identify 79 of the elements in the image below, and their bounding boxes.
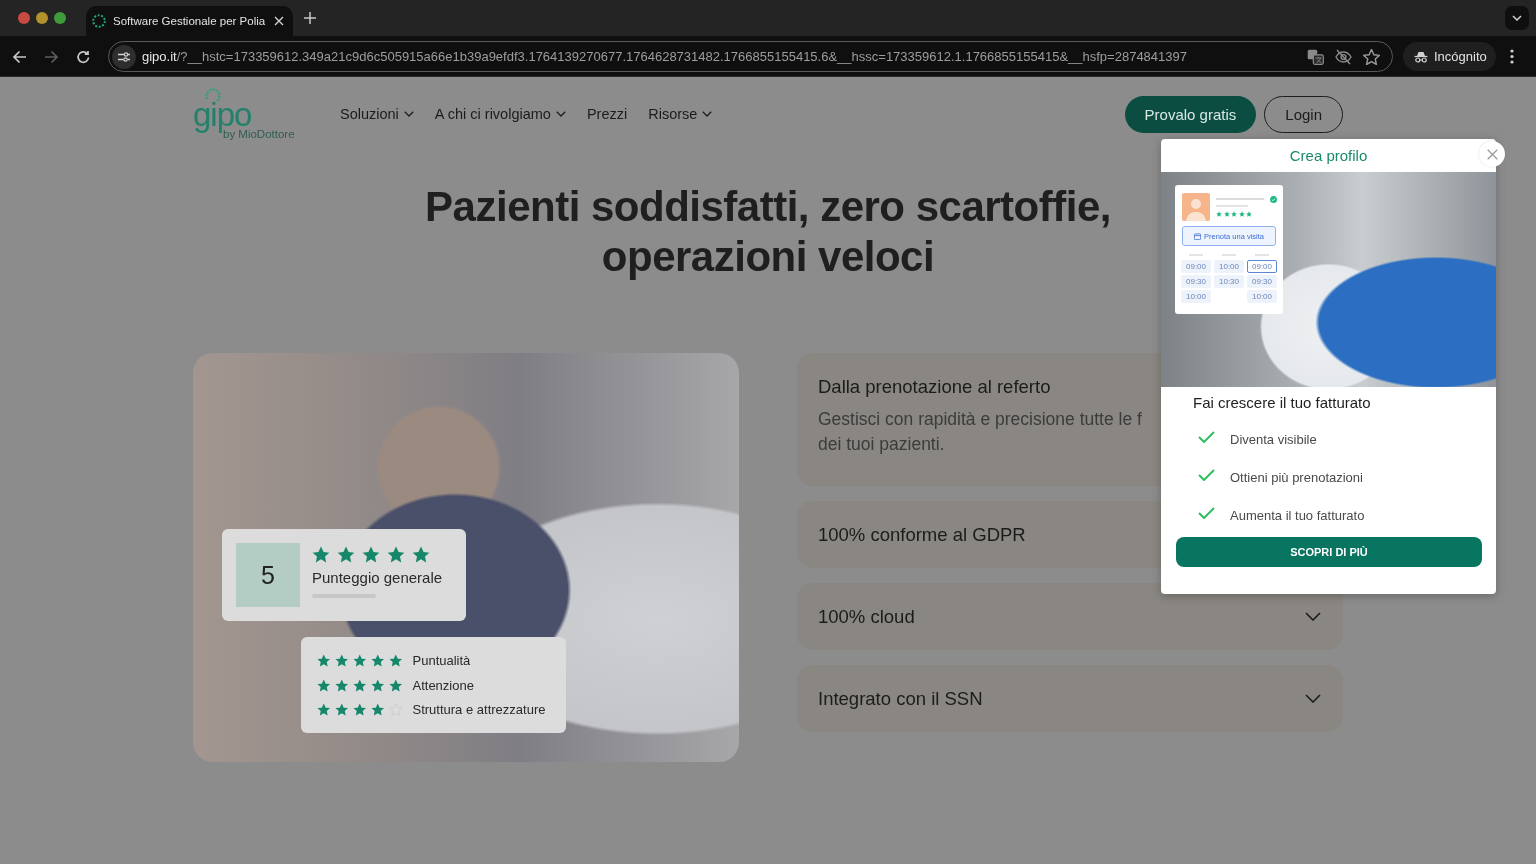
- popup-title: Crea profilo: [1289, 147, 1368, 164]
- reload-icon[interactable]: [75, 49, 91, 64]
- time-slot[interactable]: 09:00: [1181, 260, 1211, 273]
- star-icon: [389, 653, 403, 667]
- star-icon: [371, 653, 385, 667]
- rating-category: Struttura e attrezzature: [412, 702, 546, 718]
- rating-category: Attenzione: [412, 677, 474, 693]
- star-icon: [335, 703, 349, 717]
- back-arrow-icon[interactable]: [11, 49, 27, 64]
- check-badge-icon: [1270, 196, 1277, 203]
- incognito-label: Incógnito: [1434, 49, 1487, 64]
- browser-tab[interactable]: Software Gestionale per Polia: [86, 6, 293, 36]
- star-icon: [335, 653, 349, 667]
- close-icon: [1486, 148, 1498, 160]
- benefit-text: Diventa visibile: [1230, 431, 1317, 447]
- cta-button[interactable]: Provalo gratis: [1124, 95, 1257, 133]
- dropdown-button[interactable]: [1505, 6, 1529, 30]
- check-icon: [1198, 431, 1215, 443]
- star-icon: [337, 546, 355, 563]
- window-close-icon[interactable]: [18, 12, 30, 24]
- time-slot[interactable]: 10:00: [1247, 290, 1277, 303]
- accordion-item[interactable]: 100% cloud: [797, 583, 1343, 650]
- time-slot[interactable]: 10:00: [1181, 290, 1211, 303]
- nav-link[interactable]: A chi ci rivolgiamo: [434, 106, 566, 122]
- rating-label: Punteggio generale: [312, 569, 443, 586]
- nav-link[interactable]: Risorse: [648, 106, 713, 122]
- tab-title: Software Gestionale per Polia: [113, 15, 267, 27]
- check-icon: [1198, 507, 1215, 519]
- url-text: gipo.it/?__hstc=173359612.349a21c9d6c505915a66e1b39a9efdf3.1764139270677.1764628731482.1766855155415.6&__hssc=173359612.1.1766855155415&__hsfp=2874841397: [142, 49, 1187, 64]
- chevron-down-icon: [1512, 15, 1522, 21]
- logo-dots-icon: [205, 88, 221, 104]
- rating-category: Puntualità: [412, 652, 471, 668]
- star-icon: [389, 678, 403, 692]
- placeholder-line: [1216, 198, 1264, 200]
- star-icon: [317, 678, 331, 692]
- check-icon: [1198, 469, 1215, 481]
- star-icon: [353, 703, 367, 717]
- star-icon: [353, 678, 367, 692]
- star-icon: [317, 653, 331, 667]
- time-slot[interactable]: 09:00: [1247, 260, 1277, 273]
- accordion-title: 100% conforme al GDPR: [818, 522, 1026, 547]
- kebab-menu-icon[interactable]: [1510, 49, 1514, 64]
- close-icon[interactable]: [274, 16, 284, 26]
- star-icon: [317, 703, 331, 717]
- accordion-title: Dalla prenotazione al referto: [818, 375, 1051, 399]
- bookmark-star-icon[interactable]: [1363, 48, 1380, 65]
- score-value: 5: [236, 543, 300, 607]
- accordion-text: Gestisci con rapidità e precisione tutte le f: [818, 408, 1142, 431]
- window-maximize-icon[interactable]: [54, 12, 66, 24]
- accordion-item[interactable]: Integrato con il SSN: [797, 665, 1343, 732]
- star-icon: [362, 546, 380, 563]
- close-button[interactable]: [1479, 141, 1505, 167]
- star-icon: [312, 546, 330, 563]
- accordion-title: Integrato con il SSN: [818, 686, 983, 711]
- plus-icon[interactable]: [304, 12, 316, 24]
- nav-link[interactable]: Soluzioni: [340, 106, 414, 122]
- star-icon: [371, 678, 385, 692]
- cta-button[interactable]: SCOPRI DI PIÙ: [1176, 537, 1482, 567]
- star-icon: [335, 678, 349, 692]
- time-slot[interactable]: 09:30: [1181, 275, 1211, 288]
- star-icon: [412, 546, 430, 563]
- nav-link[interactable]: Prezzi: [586, 106, 628, 122]
- hero-title: Pazienti soddisfatti, zero scartoffie, operazioni veloci: [424, 182, 1112, 282]
- eye-slash-icon[interactable]: [1335, 48, 1352, 65]
- incognito-icon: [1414, 50, 1428, 63]
- star-icon: [371, 703, 385, 717]
- translate-icon[interactable]: [1307, 48, 1324, 65]
- accordion-text: dei tuoi pazienti.: [818, 433, 945, 456]
- star-icon: [387, 546, 405, 563]
- site-settings-icon[interactable]: [112, 44, 136, 69]
- time-slot[interactable]: 10:30: [1214, 275, 1244, 288]
- calendar-icon: [1193, 232, 1201, 240]
- avatar-icon: [1182, 193, 1210, 221]
- window-minimize-icon[interactable]: [36, 12, 48, 24]
- accordion-title: 100% cloud: [818, 604, 915, 629]
- time-slot[interactable]: 09:30: [1247, 275, 1277, 288]
- time-slot[interactable]: 10:00: [1214, 260, 1244, 273]
- star-icon: [353, 653, 367, 667]
- incognito-chip[interactable]: Incógnito: [1403, 42, 1496, 71]
